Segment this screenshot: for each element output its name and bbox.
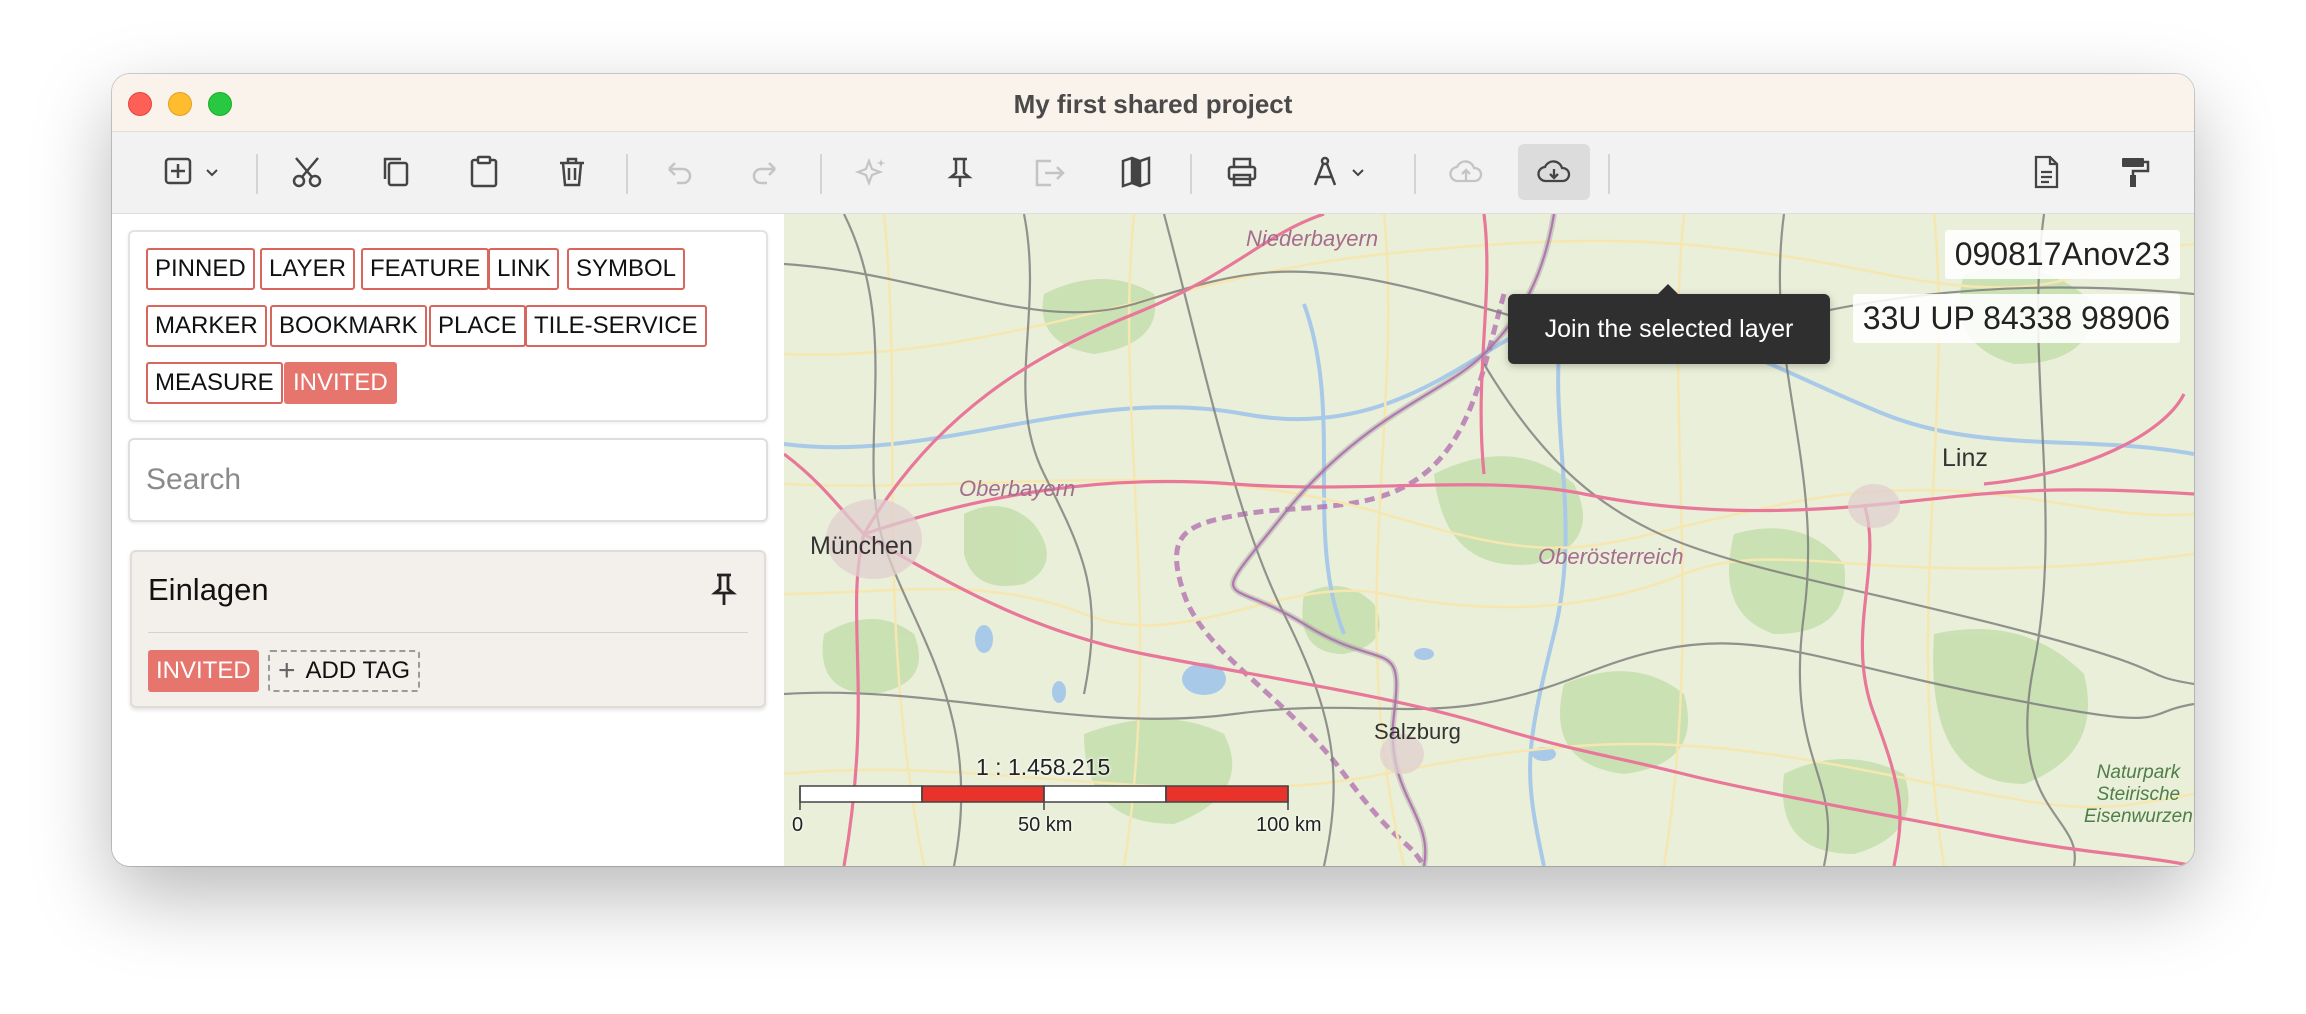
- map-label-oberbayern: Oberbayern: [959, 476, 1076, 501]
- copy-icon: [383, 157, 409, 187]
- sparkle-button[interactable]: [836, 144, 908, 200]
- add-menu-button[interactable]: [148, 144, 232, 200]
- tag-filter-bookmark[interactable]: BOOKMARK: [270, 305, 427, 347]
- undo-icon: [668, 162, 692, 185]
- measure-tool-button[interactable]: [1294, 144, 1378, 200]
- tag-filter-place[interactable]: PLACE: [429, 305, 526, 347]
- map-label-salzburg: Salzburg: [1374, 719, 1461, 744]
- map-label-munchen: München: [810, 532, 913, 560]
- print-icon: [1227, 157, 1257, 187]
- chevron-down-icon: [206, 169, 218, 177]
- redo-icon: [752, 162, 776, 185]
- paste-button[interactable]: [448, 144, 520, 200]
- tag-filter-link[interactable]: LINK: [488, 248, 560, 290]
- map-label-naturpark: Naturpark Steirische Eisenwurzen: [2084, 762, 2193, 827]
- layer-name: Einlagen: [148, 572, 269, 607]
- tag-filter-marker[interactable]: MARKER: [146, 305, 267, 347]
- map-icon: [1121, 156, 1151, 188]
- pin-icon: [947, 157, 973, 187]
- map-view[interactable]: Niederbayern Oberbayern München Linz Obe…: [784, 214, 2194, 866]
- tag-filter-panel: PINNED LAYER FEATURE LINK SYMBOL MARKER …: [128, 230, 768, 422]
- toolbar-divider: [256, 154, 258, 194]
- print-button[interactable]: [1206, 144, 1278, 200]
- tag-filter-invited[interactable]: INVITED: [284, 362, 397, 404]
- cloud-upload-button[interactable]: [1430, 144, 1502, 200]
- toolbar-divider: [1608, 154, 1610, 194]
- cut-button[interactable]: [272, 144, 344, 200]
- cloud-download-icon: [1537, 160, 1571, 183]
- divider: [148, 632, 748, 633]
- scale-ratio: 1 : 1.458.215: [976, 754, 1111, 780]
- export-icon: [1035, 159, 1065, 187]
- paste-icon: [470, 155, 498, 188]
- redo-button[interactable]: [730, 144, 802, 200]
- scale-tick-0: 0: [792, 814, 804, 836]
- toolbar: [112, 132, 2194, 214]
- tag-filter-feature[interactable]: FEATURE: [361, 248, 490, 290]
- tag-filter-tile-service[interactable]: TILE-SERVICE: [525, 305, 707, 347]
- layer-card[interactable]: Einlagen INVITED + ADD TAG: [130, 550, 766, 708]
- tag-filter-measure[interactable]: MEASURE: [146, 362, 283, 404]
- map-label-oberosterreich: Oberösterreich: [1538, 544, 1684, 569]
- pin-button[interactable]: [924, 144, 996, 200]
- style-button[interactable]: [2098, 144, 2170, 200]
- app-window: My first shared project PINNED LAYER FEA…: [112, 74, 2194, 866]
- join-layer-button[interactable]: [1518, 144, 1590, 200]
- measure-tool-icon: [1313, 156, 1337, 186]
- sparkle-icon: [854, 157, 885, 187]
- add-tag-label: ADD TAG: [305, 657, 410, 684]
- chevron-down-icon: [1352, 169, 1364, 177]
- tooltip: Join the selected layer: [1508, 284, 1830, 364]
- cloud-upload-icon: [1449, 160, 1483, 183]
- scale-tick-50: 50 km: [1018, 814, 1073, 836]
- search-input[interactable]: [128, 438, 768, 522]
- pin-icon[interactable]: [706, 570, 742, 608]
- cut-icon: [292, 157, 322, 188]
- toolbar-divider: [626, 154, 628, 194]
- plus-icon: +: [278, 654, 296, 687]
- mgrs-readout: 33U UP 84338 98906: [1852, 294, 2180, 343]
- document-icon: [2034, 155, 2059, 189]
- window-title: My first shared project: [1013, 89, 1293, 119]
- toolbar-divider: [1190, 154, 1192, 194]
- dtg-readout: 090817Anov23: [1944, 230, 2180, 279]
- tag-filter-pinned[interactable]: PINNED: [146, 248, 255, 290]
- add-icon: [164, 157, 192, 185]
- add-tag-button[interactable]: + ADD TAG: [268, 650, 420, 692]
- tag-filter-layer[interactable]: LAYER: [260, 248, 355, 290]
- map-label-niederbayern: Niederbayern: [1246, 226, 1379, 251]
- toolbar-divider: [1414, 154, 1416, 194]
- title-bar: My first shared project: [112, 74, 2194, 132]
- delete-icon: [560, 157, 584, 187]
- toolbar-divider: [820, 154, 822, 194]
- map-button[interactable]: [1100, 144, 1172, 200]
- copy-button[interactable]: [360, 144, 432, 200]
- document-button[interactable]: [2010, 144, 2082, 200]
- undo-button[interactable]: [642, 144, 714, 200]
- tag-filter-symbol[interactable]: SYMBOL: [567, 248, 686, 290]
- sidebar: PINNED LAYER FEATURE LINK SYMBOL MARKER …: [112, 214, 784, 866]
- delete-button[interactable]: [536, 144, 608, 200]
- paint-roller-icon: [2122, 158, 2150, 187]
- layer-tag-invited[interactable]: INVITED: [148, 650, 259, 692]
- scale-tick-100: 100 km: [1256, 814, 1322, 836]
- map-label-linz: Linz: [1942, 444, 1988, 472]
- export-button[interactable]: [1012, 144, 1084, 200]
